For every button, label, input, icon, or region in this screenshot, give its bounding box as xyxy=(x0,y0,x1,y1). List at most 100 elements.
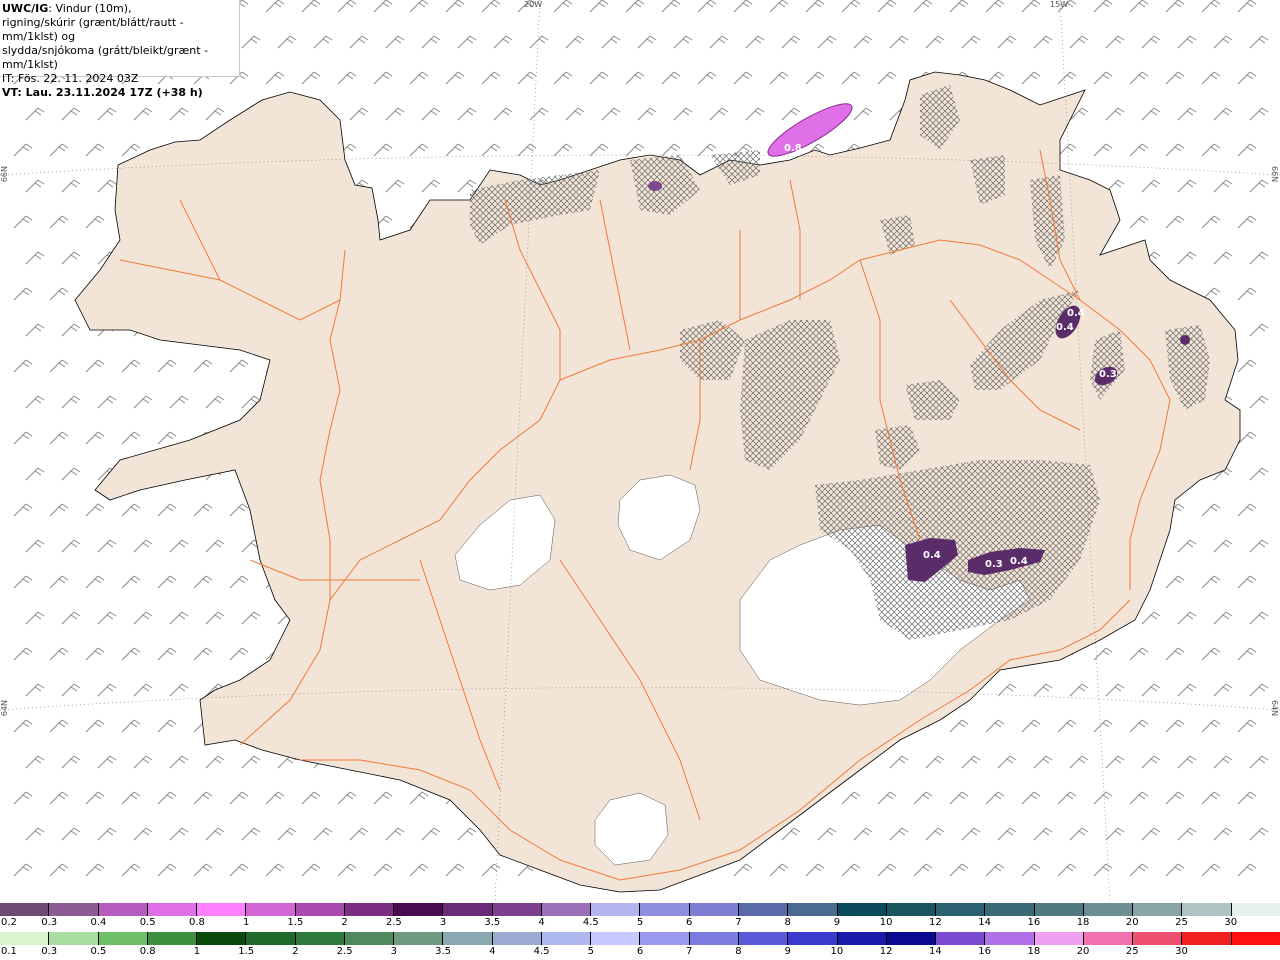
scale-label: 8 xyxy=(735,946,742,957)
wind-barb xyxy=(1177,683,1197,697)
wind-barb xyxy=(949,863,969,877)
wind-barb xyxy=(481,0,501,13)
wind-barb xyxy=(97,755,117,769)
wind-barb xyxy=(97,827,117,841)
wind-barb xyxy=(913,791,933,805)
color-cell xyxy=(689,932,739,945)
wind-barb xyxy=(1249,179,1269,193)
wind-barb xyxy=(421,827,441,841)
wind-barb xyxy=(625,0,645,13)
wind-barb xyxy=(553,71,573,85)
scale-label: 2.5 xyxy=(336,946,353,957)
wind-barb xyxy=(601,107,621,121)
wind-barb xyxy=(97,683,117,697)
wind-barb xyxy=(1033,755,1053,769)
wind-barb xyxy=(781,827,801,841)
color-cell xyxy=(246,903,296,916)
wind-barb xyxy=(1249,395,1269,409)
wind-barb xyxy=(1057,719,1077,733)
wind-barb xyxy=(925,827,945,841)
scale-label: 0.8 xyxy=(139,946,156,957)
wind-barb xyxy=(1213,107,1233,121)
wind-barb xyxy=(841,863,861,877)
wind-barb xyxy=(445,863,465,877)
wind-barb xyxy=(349,107,369,121)
wind-barb xyxy=(697,143,717,157)
color-cell xyxy=(541,903,592,916)
scale-label: 25 xyxy=(1125,946,1139,957)
wind-barb xyxy=(385,827,405,841)
valid-time: VT: Lau. 23.11.2024 17Z (+38 h) xyxy=(2,86,203,99)
wind-barb xyxy=(877,791,897,805)
wind-barb xyxy=(133,755,153,769)
wind-barb xyxy=(1093,647,1113,661)
wind-barb xyxy=(61,755,81,769)
wind-barb xyxy=(1237,71,1257,85)
wind-barb xyxy=(985,863,1005,877)
wind-barb xyxy=(1201,575,1221,589)
wind-barb xyxy=(1057,71,1077,85)
wind-barb xyxy=(949,0,969,13)
wind-barb xyxy=(1237,719,1257,733)
wind-barb xyxy=(61,683,81,697)
wind-barb xyxy=(133,539,153,553)
wind-barb xyxy=(949,791,969,805)
init-time: IT: Fös. 22. 11. 2024 03Z xyxy=(2,72,139,85)
scale-label: 6 xyxy=(636,946,644,957)
wind-barb xyxy=(445,71,465,85)
wind-barb xyxy=(25,251,45,265)
scale-label: 1 xyxy=(193,946,201,957)
scale-label: 10 xyxy=(879,917,893,928)
wind-barb xyxy=(277,827,297,841)
wind-barb xyxy=(193,863,213,877)
wind-barb xyxy=(1213,827,1233,841)
rain-scale-labels: 0.1 0.3 0.5 0.8 1 1.5 2 2.5 3 3.5 4 4.5 5 6 7 8 9 10 12 14 1… xyxy=(0,946,1280,960)
wind-barb xyxy=(781,35,801,49)
wind-barb xyxy=(1213,35,1233,49)
wind-barb xyxy=(385,35,405,49)
wind-barb xyxy=(1057,863,1077,877)
wind-barb xyxy=(157,503,177,517)
wind-barb xyxy=(13,287,33,301)
wind-barb xyxy=(61,827,81,841)
wind-barb xyxy=(1177,107,1197,121)
wind-barb xyxy=(589,143,609,157)
scale-label: 8 xyxy=(784,917,791,928)
wind-barb xyxy=(121,503,141,517)
color-cell xyxy=(49,932,99,945)
scale-label: 0.3 xyxy=(41,917,58,928)
color-cell xyxy=(49,903,99,916)
wind-barb xyxy=(229,503,249,517)
wind-barb xyxy=(1165,647,1185,661)
scale-label: 0.3 xyxy=(41,946,58,957)
scale-label: 30 xyxy=(1175,946,1188,957)
wind-barb xyxy=(337,0,357,13)
wind-barb xyxy=(817,35,837,49)
wind-barb xyxy=(1105,827,1125,841)
scale-label: 1 xyxy=(242,917,250,928)
wind-barb xyxy=(97,107,117,121)
color-cell xyxy=(541,932,592,945)
wind-barb xyxy=(1213,251,1233,265)
wind-barb xyxy=(961,827,981,841)
wind-barb xyxy=(745,35,765,49)
wind-barb xyxy=(385,179,405,193)
wind-barb xyxy=(1093,719,1113,733)
wind-barb xyxy=(85,791,105,805)
wind-barb xyxy=(277,35,297,49)
scale-label: 20 xyxy=(1076,946,1090,957)
wind-barb xyxy=(337,71,357,85)
wind-barb xyxy=(877,863,897,877)
scale-label: 16 xyxy=(1027,917,1041,928)
wind-barb xyxy=(889,755,909,769)
color-cell xyxy=(985,932,1035,945)
wind-barb xyxy=(961,755,981,769)
color-cell xyxy=(1182,932,1232,945)
color-cell xyxy=(1034,903,1084,916)
wind-barb xyxy=(517,71,537,85)
wind-barb xyxy=(1165,215,1185,229)
wind-barb xyxy=(1033,827,1053,841)
wind-barb xyxy=(49,791,69,805)
wind-barb xyxy=(1237,359,1257,373)
color-cell xyxy=(886,903,937,916)
